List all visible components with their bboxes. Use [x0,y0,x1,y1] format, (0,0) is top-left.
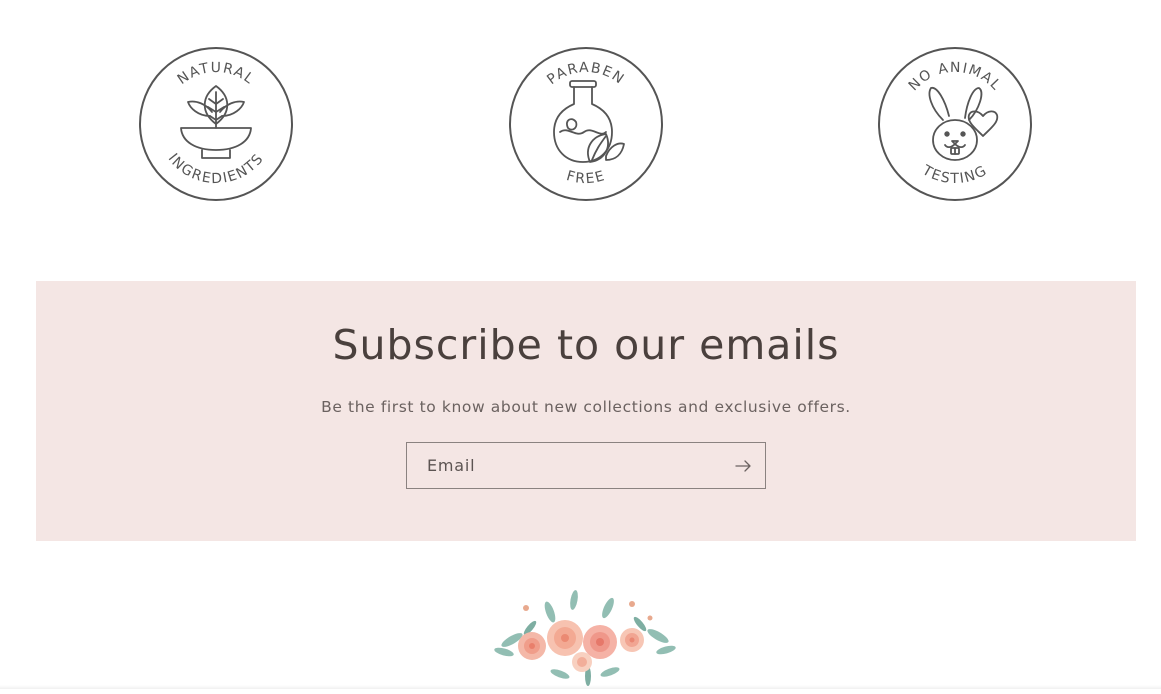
svg-text:INGREDIENTS: INGREDIENTS [165,151,268,188]
natural-ingredients-badge-icon: NATURAL INGREDIENTS [139,47,293,201]
floral-decoration [490,588,680,689]
rabbit-heart-icon [928,87,999,161]
newsletter-title: Subscribe to our emails [332,321,840,369]
email-form [406,442,766,489]
subscribe-submit-button[interactable] [721,443,765,488]
no-animal-testing-badge-icon: NO ANIMAL TESTING [878,47,1032,201]
svg-text:NATURAL: NATURAL [175,60,258,88]
badge-top-text: PARABEN [544,60,626,88]
bottom-edge-shadow [0,685,1161,689]
badge-top-text: NO ANIMAL [906,60,1003,94]
newsletter-description: Be the first to know about new collectio… [321,398,851,416]
paraben-free-badge-icon: PARABEN FREE [509,47,663,201]
floral-arrangement-icon [494,590,676,686]
svg-text:NO ANIMAL: NO ANIMAL [906,60,1005,94]
newsletter-section: Subscribe to our emails Be the first to … [36,281,1136,541]
badge-no-animal-testing: NO ANIMAL TESTING [875,44,1035,204]
flask-leaf-icon [553,80,625,163]
arrow-right-icon [735,459,751,472]
badge-bottom-text: TESTING [919,162,989,187]
badge-top-text: NATURAL [175,60,256,88]
badge-bottom-text: FREE [565,168,606,187]
svg-text:PARABEN: PARABEN [544,60,627,88]
leaf-bowl-icon [180,85,252,159]
svg-text:TESTING: TESTING [919,162,991,187]
svg-text:FREE: FREE [565,168,608,187]
badge-bottom-text: INGREDIENTS [165,151,266,188]
email-input[interactable] [407,443,737,488]
badge-natural-ingredients: NATURAL INGREDIENTS [136,44,296,204]
badge-paraben-free: PARABEN FREE [506,44,666,204]
